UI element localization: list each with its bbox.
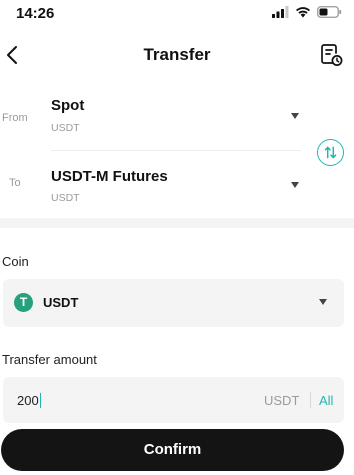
all-button[interactable]: All [319, 393, 333, 408]
confirm-button[interactable]: Confirm [1, 429, 344, 471]
amount-label: Transfer amount [2, 352, 97, 367]
coin-selected-value: USDT [43, 295, 79, 310]
page-title: Transfer [143, 45, 211, 64]
wifi-icon [296, 7, 310, 18]
tether-icon: T [14, 293, 33, 312]
nav-bar: Transfer [0, 36, 354, 74]
status-bar: 14:26 [0, 0, 354, 28]
battery-icon [317, 6, 342, 18]
from-account-name[interactable]: Spot [51, 97, 84, 114]
signal-icon [272, 6, 289, 18]
to-dropdown-caret-icon[interactable] [291, 182, 299, 188]
status-time: 14:26 [16, 5, 55, 22]
from-account-sub: USDT [51, 122, 80, 134]
divider [51, 150, 301, 151]
to-label: To [9, 177, 21, 189]
from-dropdown-caret-icon[interactable] [291, 113, 299, 119]
amount-input[interactable]: 200 USDT All [3, 377, 344, 423]
coin-label: Coin [2, 254, 29, 269]
to-account-sub: USDT [51, 192, 80, 204]
text-cursor [39, 393, 42, 408]
document-clock-icon[interactable] [318, 42, 344, 68]
swap-vertical-icon[interactable] [317, 139, 344, 166]
section-separator [0, 218, 354, 228]
to-account-name[interactable]: USDT-M Futures [51, 168, 168, 185]
coin-dropdown-caret-icon[interactable] [319, 299, 327, 305]
from-label: From [2, 112, 28, 124]
status-icons [272, 6, 342, 18]
coin-select[interactable]: T USDT [3, 279, 344, 327]
amount-divider [310, 392, 311, 408]
amount-value-wrap[interactable]: 200 [17, 393, 42, 408]
amount-value[interactable]: 200 [17, 393, 39, 408]
amount-unit: USDT [264, 393, 300, 408]
